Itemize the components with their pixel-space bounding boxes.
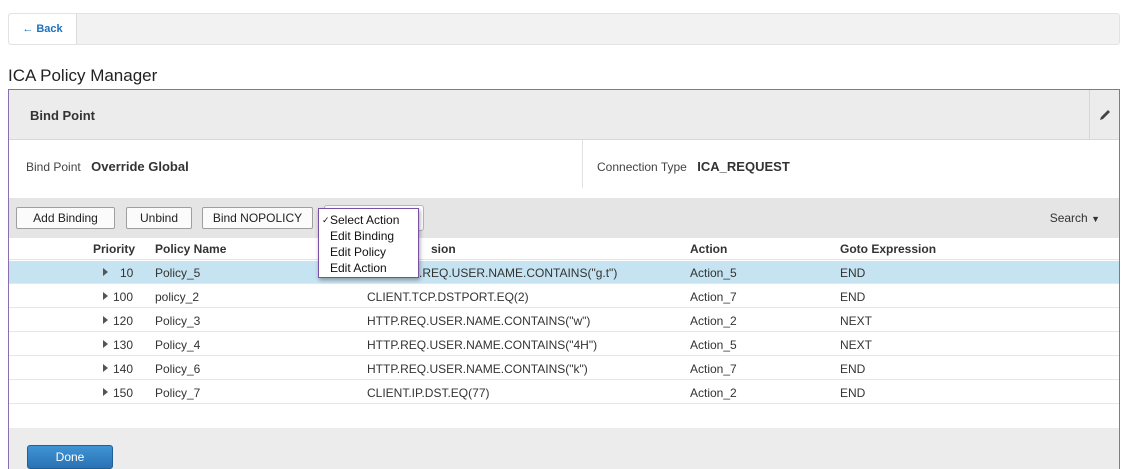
search-toggle[interactable]: Search ▼ — [1050, 211, 1100, 225]
expand-caret-icon[interactable] — [103, 340, 108, 348]
bind-point-label: Bind Point — [26, 160, 81, 174]
bind-point-info: Bind Point Override Global Connection Ty… — [9, 140, 1119, 188]
priority-cell: 100 — [113, 290, 134, 304]
bind-point-header-title: Bind Point — [30, 108, 95, 123]
checkmark-icon: ✓ — [322, 215, 330, 225]
priority-cell: 130 — [113, 338, 134, 352]
select-action-menu: ✓ Select Action Edit Binding Edit Policy… — [318, 208, 419, 278]
back-arrow-icon: ← — [22, 23, 34, 35]
priority-cell: 150 — [113, 386, 134, 400]
goto-cell: NEXT — [840, 314, 873, 328]
policy-name-cell: Policy_7 — [155, 386, 201, 400]
bind-nopolicy-button[interactable]: Bind NOPOLICY — [202, 207, 313, 229]
table-row[interactable]: 130 Policy_4 HTTP.REQ.USER.NAME.CONTAINS… — [9, 333, 1119, 356]
menu-item-edit-binding[interactable]: Edit Binding — [319, 228, 418, 244]
goto-cell: END — [840, 290, 866, 304]
column-expression[interactable]: sion — [431, 242, 456, 256]
menu-item-label: Edit Action — [330, 261, 387, 275]
panel-footer: Done — [9, 428, 1119, 469]
action-cell: Action_7 — [690, 362, 737, 376]
info-divider — [582, 140, 583, 188]
bindings-toolbar: Add Binding Unbind Bind NOPOLICY Search … — [9, 198, 1119, 238]
back-button[interactable]: ← Back — [9, 14, 77, 44]
add-binding-button[interactable]: Add Binding — [16, 207, 115, 229]
expand-caret-icon[interactable] — [103, 268, 108, 276]
table-row[interactable]: 140 Policy_6 HTTP.REQ.USER.NAME.CONTAINS… — [9, 357, 1119, 380]
menu-item-label: Select Action — [330, 213, 400, 227]
expression-cell: CLIENT.TCP.DSTPORT.EQ(2) — [367, 290, 529, 304]
goto-cell: END — [840, 362, 866, 376]
bind-point-field: Bind Point Override Global — [26, 158, 189, 176]
table-header: Priority Policy Name sion Action Goto Ex… — [9, 238, 1119, 260]
menu-item-label: Edit Binding — [330, 229, 395, 243]
policy-manager-panel: Bind Point Bind Point Override Global Co… — [8, 89, 1120, 469]
action-cell: Action_7 — [690, 290, 737, 304]
column-goto-expression[interactable]: Goto Expression — [840, 242, 936, 256]
expand-caret-icon[interactable] — [103, 292, 108, 300]
expand-caret-icon[interactable] — [103, 388, 108, 396]
expression-cell: HTTP.REQ.USER.NAME.CONTAINS("4H") — [367, 338, 598, 352]
goto-cell: END — [840, 266, 866, 280]
table-row[interactable]: 10 Policy_5 .REQ.USER.NAME.CONTAINS("g.t… — [9, 261, 1119, 284]
priority-cell: 10 — [120, 266, 134, 280]
page-title: ICA Policy Manager — [8, 66, 158, 85]
action-cell: Action_2 — [690, 386, 737, 400]
action-cell: Action_5 — [690, 266, 737, 280]
search-label: Search — [1049, 211, 1088, 225]
table-row[interactable]: 120 Policy_3 HTTP.REQ.USER.NAME.CONTAINS… — [9, 309, 1119, 332]
action-cell: Action_2 — [690, 314, 737, 328]
policy-name-cell: Policy_6 — [155, 362, 201, 376]
connection-type-field: Connection Type ICA_REQUEST — [597, 158, 790, 176]
unbind-button[interactable]: Unbind — [126, 207, 192, 229]
caret-down-icon: ▼ — [1091, 214, 1100, 224]
goto-cell: END — [840, 386, 866, 400]
expression-cell: CLIENT.IP.DST.EQ(77) — [367, 386, 490, 400]
connection-type-label: Connection Type — [597, 160, 687, 174]
priority-cell: 140 — [113, 362, 134, 376]
policy-name-cell: Policy_4 — [155, 338, 201, 352]
table-row[interactable]: 100 policy_2 CLIENT.TCP.DSTPORT.EQ(2) Ac… — [9, 285, 1119, 308]
connection-type-value: ICA_REQUEST — [697, 159, 790, 174]
column-priority[interactable]: Priority — [93, 242, 135, 256]
edit-bind-point-button[interactable] — [1089, 90, 1119, 139]
goto-cell: NEXT — [840, 338, 873, 352]
policy-name-cell: Policy_3 — [155, 314, 201, 328]
expand-caret-icon[interactable] — [103, 316, 108, 324]
bind-point-header: Bind Point — [9, 90, 1119, 140]
policy-name-cell: Policy_5 — [155, 266, 201, 280]
menu-item-edit-policy[interactable]: Edit Policy — [319, 244, 418, 260]
expression-cell: .REQ.USER.NAME.CONTAINS("g.t") — [419, 266, 618, 280]
table-row[interactable]: 150 Policy_7 CLIENT.IP.DST.EQ(77) Action… — [9, 381, 1119, 404]
menu-item-label: Edit Policy — [330, 245, 387, 259]
bind-point-value: Override Global — [91, 159, 189, 174]
column-action[interactable]: Action — [690, 242, 727, 256]
top-bar: ← Back — [8, 13, 1120, 45]
policy-name-cell: policy_2 — [155, 290, 200, 304]
menu-item-edit-action[interactable]: Edit Action — [319, 260, 418, 276]
pencil-icon — [1099, 109, 1110, 120]
back-label: Back — [36, 23, 63, 35]
expression-cell: HTTP.REQ.USER.NAME.CONTAINS("k") — [367, 362, 588, 376]
action-cell: Action_5 — [690, 338, 737, 352]
menu-item-select-action[interactable]: ✓ Select Action — [319, 212, 418, 228]
column-policy-name[interactable]: Policy Name — [155, 242, 226, 256]
done-button[interactable]: Done — [27, 445, 113, 469]
expand-caret-icon[interactable] — [103, 364, 108, 372]
expression-cell: HTTP.REQ.USER.NAME.CONTAINS("w") — [367, 314, 591, 328]
priority-cell: 120 — [113, 314, 134, 328]
